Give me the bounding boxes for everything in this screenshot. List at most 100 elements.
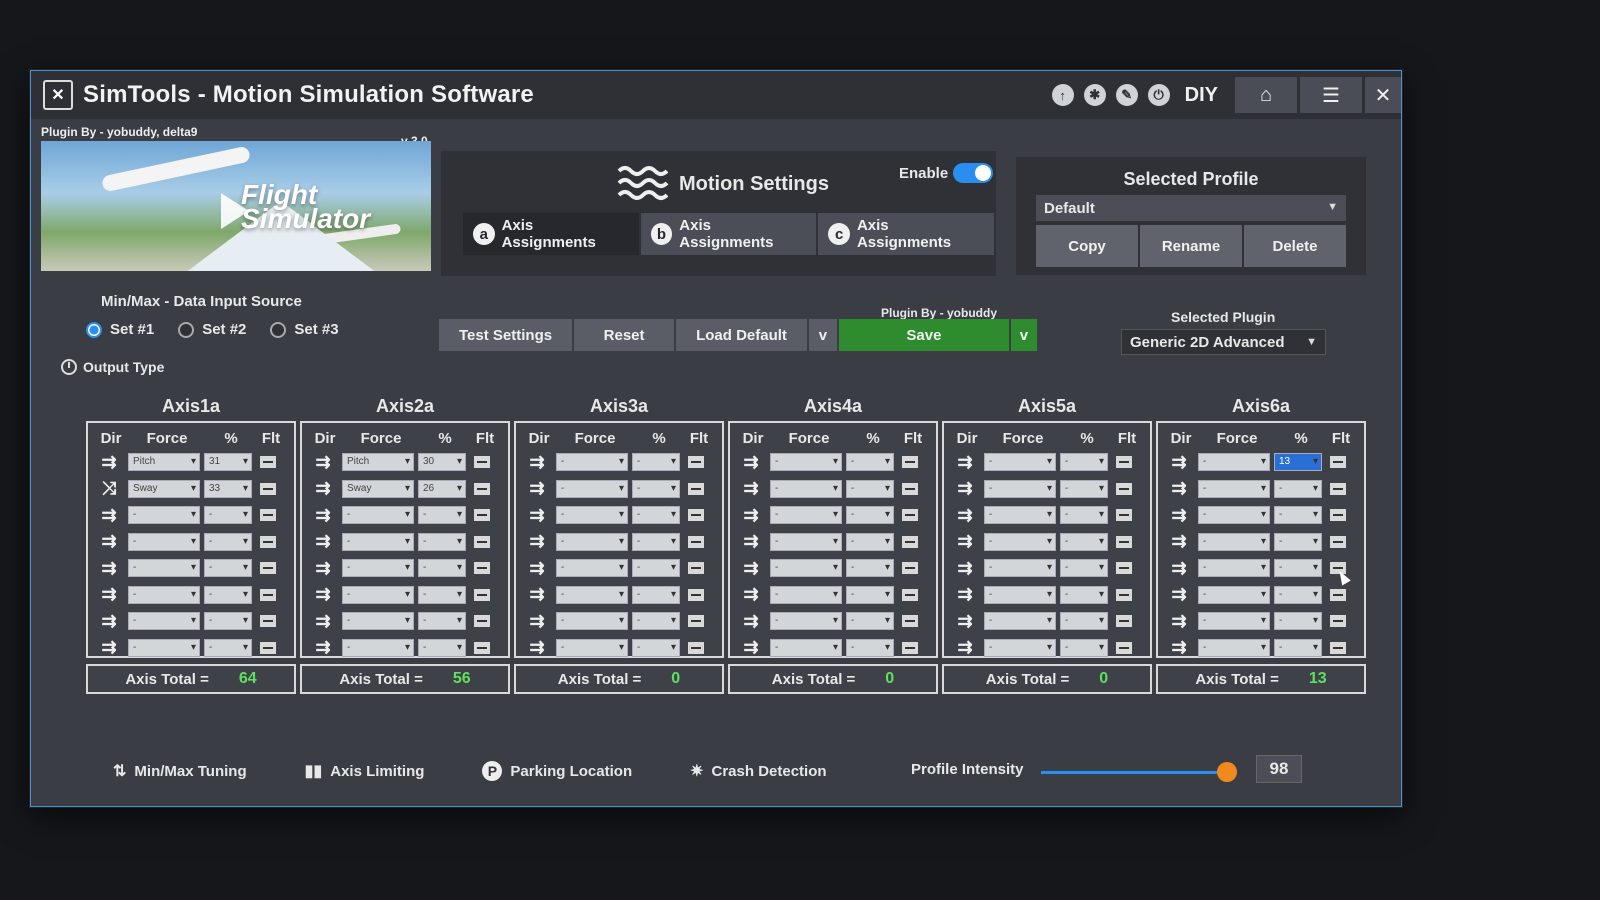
- percent-select[interactable]: -: [1060, 506, 1108, 525]
- direction-normal-icon[interactable]: ⇉: [1166, 452, 1192, 472]
- percent-select[interactable]: -: [846, 532, 894, 551]
- direction-normal-icon[interactable]: ⇉: [738, 452, 764, 472]
- load-default-button[interactable]: Load Default: [676, 319, 807, 351]
- direction-normal-icon[interactable]: ⇉: [524, 611, 550, 631]
- radio-set-1[interactable]: Set #1: [86, 321, 154, 338]
- direction-normal-icon[interactable]: ⇉: [524, 531, 550, 552]
- plugin-select[interactable]: Generic 2D Advanced ▼: [1121, 329, 1326, 355]
- force-select[interactable]: -: [1198, 638, 1270, 657]
- percent-select[interactable]: -: [846, 453, 894, 472]
- direction-inverted-icon[interactable]: ⤨: [96, 478, 122, 499]
- force-select[interactable]: -: [770, 612, 842, 631]
- direction-normal-icon[interactable]: ⇉: [524, 452, 550, 472]
- radio-set-3[interactable]: Set #3: [270, 321, 339, 338]
- force-select[interactable]: Pitch: [128, 453, 200, 472]
- percent-select[interactable]: -: [1274, 585, 1322, 604]
- rename-button[interactable]: Rename: [1140, 225, 1242, 267]
- direction-normal-icon[interactable]: ⇉: [952, 505, 978, 525]
- filter-button[interactable]: [688, 588, 704, 601]
- filter-button[interactable]: [260, 456, 276, 469]
- percent-select[interactable]: -: [1274, 532, 1322, 551]
- filter-button[interactable]: [260, 588, 276, 601]
- menu-button[interactable]: ☰: [1300, 77, 1362, 113]
- percent-select[interactable]: 26: [418, 479, 466, 498]
- filter-button[interactable]: [902, 509, 918, 522]
- direction-normal-icon[interactable]: ⇉: [96, 531, 122, 552]
- filter-button[interactable]: [474, 562, 490, 575]
- filter-button[interactable]: [260, 535, 276, 548]
- percent-select[interactable]: -: [632, 532, 680, 551]
- direction-normal-icon[interactable]: ⇉: [738, 637, 764, 658]
- filter-button[interactable]: [1116, 615, 1132, 628]
- direction-normal-icon[interactable]: ⇉: [96, 637, 122, 658]
- percent-select[interactable]: -: [632, 638, 680, 657]
- force-select[interactable]: -: [1198, 612, 1270, 631]
- filter-button[interactable]: [1116, 509, 1132, 522]
- enable-toggle[interactable]: [953, 163, 993, 183]
- axis-limiting-button[interactable]: ▮▮ Axis Limiting: [305, 761, 425, 781]
- percent-select[interactable]: 30: [418, 453, 466, 472]
- direction-normal-icon[interactable]: ⇉: [310, 452, 336, 472]
- filter-button[interactable]: [688, 456, 704, 469]
- force-select[interactable]: -: [128, 559, 200, 578]
- direction-normal-icon[interactable]: ⇉: [310, 478, 336, 499]
- direction-normal-icon[interactable]: ⇉: [952, 611, 978, 631]
- direction-normal-icon[interactable]: ⇉: [952, 452, 978, 472]
- force-select[interactable]: -: [770, 479, 842, 498]
- percent-select[interactable]: -: [1060, 453, 1108, 472]
- direction-normal-icon[interactable]: ⇉: [96, 584, 122, 605]
- force-select[interactable]: -: [556, 559, 628, 578]
- filter-button[interactable]: [1116, 482, 1132, 495]
- filter-button[interactable]: [1330, 509, 1346, 522]
- home-button[interactable]: ⌂: [1235, 77, 1297, 113]
- direction-normal-icon[interactable]: ⇉: [96, 452, 122, 472]
- filter-button[interactable]: [474, 535, 490, 548]
- percent-select[interactable]: -: [1274, 638, 1322, 657]
- direction-normal-icon[interactable]: ⇉: [952, 637, 978, 658]
- force-select[interactable]: -: [984, 532, 1056, 551]
- percent-select[interactable]: -: [418, 638, 466, 657]
- filter-button[interactable]: [474, 615, 490, 628]
- force-select[interactable]: -: [770, 506, 842, 525]
- force-select[interactable]: -: [128, 585, 200, 604]
- force-select[interactable]: -: [1198, 585, 1270, 604]
- percent-select[interactable]: -: [204, 532, 252, 551]
- force-select[interactable]: -: [556, 479, 628, 498]
- percent-select[interactable]: -: [1060, 612, 1108, 631]
- percent-select[interactable]: -: [1274, 479, 1322, 498]
- filter-button[interactable]: [902, 641, 918, 654]
- percent-select[interactable]: -: [204, 638, 252, 657]
- parking-location-button[interactable]: P Parking Location: [482, 761, 632, 781]
- direction-normal-icon[interactable]: ⇉: [524, 505, 550, 525]
- force-select[interactable]: -: [128, 506, 200, 525]
- direction-normal-icon[interactable]: ⇉: [310, 558, 336, 578]
- filter-button[interactable]: [474, 588, 490, 601]
- force-select[interactable]: -: [1198, 479, 1270, 498]
- force-select[interactable]: -: [984, 612, 1056, 631]
- direction-normal-icon[interactable]: ⇉: [738, 584, 764, 605]
- filter-button[interactable]: [688, 615, 704, 628]
- filter-button[interactable]: [902, 562, 918, 575]
- force-select[interactable]: -: [770, 453, 842, 472]
- filter-button[interactable]: [474, 641, 490, 654]
- filter-button[interactable]: [688, 535, 704, 548]
- percent-select[interactable]: -: [418, 585, 466, 604]
- force-select[interactable]: -: [770, 532, 842, 551]
- force-select[interactable]: -: [342, 638, 414, 657]
- percent-select[interactable]: -: [632, 506, 680, 525]
- percent-select[interactable]: 31: [204, 453, 252, 472]
- profile-intensity-slider[interactable]: [1041, 762, 1238, 782]
- force-select[interactable]: -: [770, 638, 842, 657]
- filter-button[interactable]: [474, 482, 490, 495]
- filter-button[interactable]: [688, 509, 704, 522]
- direction-normal-icon[interactable]: ⇉: [1166, 505, 1192, 525]
- percent-select[interactable]: -: [204, 585, 252, 604]
- diy-label[interactable]: DIY: [1185, 84, 1218, 107]
- direction-normal-icon[interactable]: ⇉: [738, 531, 764, 552]
- direction-normal-icon[interactable]: ⇉: [952, 558, 978, 578]
- direction-normal-icon[interactable]: ⇉: [96, 611, 122, 631]
- filter-button[interactable]: [260, 562, 276, 575]
- save-dropdown[interactable]: v: [1010, 319, 1037, 351]
- force-select[interactable]: -: [984, 506, 1056, 525]
- force-select[interactable]: -: [770, 559, 842, 578]
